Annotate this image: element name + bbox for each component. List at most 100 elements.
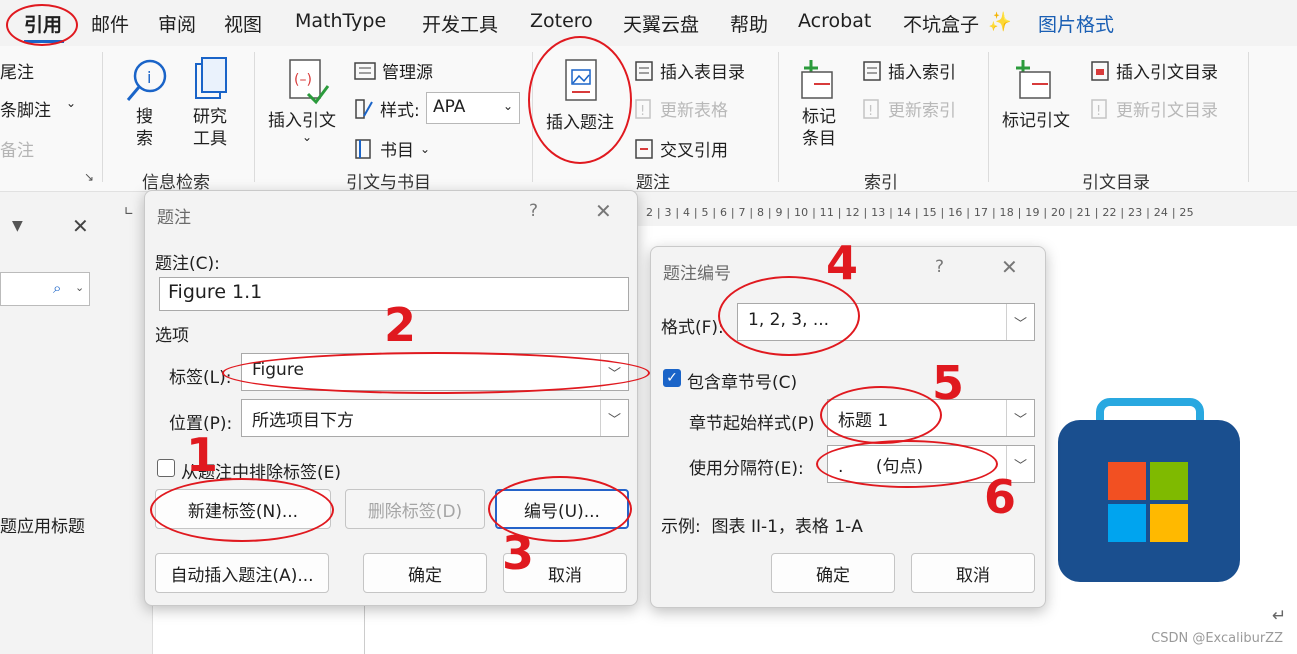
navigation-pane: ▼ ✕ ⌕ ⌄ 题应用标题 bbox=[0, 192, 118, 654]
update-toa-label: 更新引文目录 bbox=[1116, 101, 1218, 121]
dialog-title: 题注编号 bbox=[663, 264, 731, 284]
annotation-ring bbox=[222, 352, 650, 394]
mark-entry-icon bbox=[801, 60, 833, 99]
ok-button[interactable]: 确定 bbox=[771, 553, 895, 593]
help-icon[interactable]: ? bbox=[935, 257, 944, 277]
watermark: CSDN @ExcaliburZZ bbox=[1151, 631, 1283, 646]
mark-citation-button[interactable]: 标记引文 bbox=[1002, 106, 1070, 131]
svg-text:!: ! bbox=[868, 104, 873, 119]
researcher-button[interactable]: 研究 工具 bbox=[193, 106, 227, 150]
annotation-number: 2 bbox=[384, 298, 417, 352]
tab-help[interactable]: 帮助 bbox=[730, 10, 768, 37]
tab-mathtype[interactable]: MathType bbox=[295, 10, 386, 32]
insert-index-button[interactable]: 插入索引 bbox=[862, 58, 956, 83]
tab-mailings[interactable]: 邮件 bbox=[91, 10, 129, 37]
update-table-icon: ! bbox=[635, 98, 651, 119]
tab-developer[interactable]: 开发工具 bbox=[422, 10, 498, 37]
ribbon-separator bbox=[778, 52, 779, 182]
tab-acrobat[interactable]: Acrobat bbox=[798, 10, 871, 32]
style-brush-icon bbox=[355, 98, 373, 119]
update-toa-button[interactable]: ! 更新引文目录 bbox=[1090, 96, 1218, 121]
cancel-button[interactable]: 取消 bbox=[911, 553, 1035, 593]
tab-tianyi-cloud[interactable]: 天翼云盘 bbox=[623, 10, 699, 37]
cross-ref-label: 交叉引用 bbox=[660, 141, 728, 161]
citation-style-value: APA bbox=[433, 97, 466, 117]
chevron-down-icon: ﹀ bbox=[1006, 400, 1034, 436]
insert-citation-button[interactable]: 插入引文 bbox=[268, 106, 336, 131]
tab-bukeng-box[interactable]: 不坑盒子 bbox=[903, 10, 979, 37]
chevron-down-icon: ⌄ bbox=[66, 96, 77, 110]
help-icon[interactable]: ? bbox=[529, 201, 538, 221]
next-footnote-button[interactable]: 条脚注 bbox=[0, 96, 51, 121]
position-select-value: 所选项目下方 bbox=[252, 411, 354, 431]
chevron-down-icon[interactable]: ▼ bbox=[12, 218, 23, 234]
paragraph-mark-icon: ↵ bbox=[1272, 606, 1287, 626]
cross-reference-button[interactable]: 交叉引用 bbox=[634, 136, 728, 161]
page-margin-line bbox=[364, 600, 365, 654]
manage-sources-button[interactable]: 管理源 bbox=[354, 58, 433, 83]
bibliography-label: 书目 bbox=[380, 141, 414, 161]
search-button[interactable]: 搜 索 bbox=[136, 106, 153, 150]
delete-label-button[interactable]: 删除标签(D) bbox=[345, 489, 485, 529]
insert-endnote-button[interactable]: 尾注 bbox=[0, 58, 34, 83]
caption-dialog: 题注 ? ✕ 题注(C): Figure 1.1 选项 标签(L): Figur… bbox=[144, 190, 638, 606]
bibliography-button[interactable]: 书目 ⌄ bbox=[354, 136, 430, 161]
chapter-style-label: 章节起始样式(P) bbox=[689, 414, 815, 434]
tab-review[interactable]: 审阅 bbox=[158, 10, 196, 37]
group-label-toa: 引文目录 bbox=[1082, 173, 1150, 193]
exclude-label-checkbox[interactable] bbox=[157, 459, 175, 477]
dialog-title: 题注 bbox=[157, 208, 191, 228]
chevron-down-icon: ⌄ bbox=[75, 281, 85, 294]
include-chapter-text: 包含章节号(C) bbox=[687, 373, 798, 393]
svg-text:!: ! bbox=[1096, 104, 1101, 119]
ribbon-separator bbox=[254, 52, 255, 182]
insert-toa-button[interactable]: 插入引文目录 bbox=[1090, 58, 1218, 83]
tab-stop-icon[interactable]: ∟ bbox=[124, 204, 134, 218]
tab-zotero[interactable]: Zotero bbox=[530, 10, 593, 32]
dialog-launcher-icon[interactable]: ↘ bbox=[84, 170, 94, 184]
chevron-down-icon: ⌄ bbox=[302, 130, 313, 144]
example-text: 示例: 图表 II-1，表格 1-A bbox=[661, 517, 863, 537]
nav-search-input[interactable]: ⌕ ⌄ bbox=[0, 272, 90, 306]
update-table-button[interactable]: ! 更新表格 bbox=[634, 96, 728, 121]
menu-bar: 引用 邮件 审阅 视图 MathType 开发工具 Zotero 天翼云盘 帮助… bbox=[0, 0, 1297, 46]
tab-view[interactable]: 视图 bbox=[224, 10, 262, 37]
close-icon[interactable]: ✕ bbox=[595, 199, 612, 223]
chevron-down-icon: ﹀ bbox=[600, 400, 628, 436]
ribbon-separator bbox=[102, 52, 103, 182]
insert-tof-label: 插入表目录 bbox=[660, 63, 745, 83]
chevron-down-icon: ⌄ bbox=[420, 141, 431, 156]
svg-text:(–): (–) bbox=[294, 72, 312, 88]
mark-citation-icon bbox=[1016, 60, 1051, 99]
nav-heading-text: 题应用标题 bbox=[0, 517, 85, 537]
svg-text:!: ! bbox=[640, 104, 645, 119]
label-label: 标签(L): bbox=[169, 368, 232, 388]
manage-sources-icon bbox=[354, 61, 376, 80]
autocaption-button[interactable]: 自动插入题注(A)... bbox=[155, 553, 329, 593]
sparkle-icon: ✨ bbox=[988, 11, 1012, 33]
ribbon-separator bbox=[988, 52, 989, 182]
insert-citation-icon: (–) bbox=[289, 59, 330, 105]
style-label: 样式: bbox=[380, 101, 420, 121]
include-chapter-checkbox[interactable]: ✓ bbox=[663, 369, 681, 387]
citation-style-select[interactable]: APA ⌄ bbox=[426, 92, 520, 124]
researcher-icon bbox=[195, 57, 227, 99]
ok-button[interactable]: 确定 bbox=[363, 553, 487, 593]
update-index-button[interactable]: ! 更新索引 bbox=[862, 96, 956, 121]
annotation-number: 3 bbox=[502, 526, 535, 580]
show-notes-button[interactable]: 备注 bbox=[0, 136, 34, 161]
close-icon[interactable]: ✕ bbox=[72, 214, 89, 238]
options-label: 选项 bbox=[155, 326, 189, 346]
svg-text:i: i bbox=[147, 68, 151, 87]
vertical-ruler[interactable] bbox=[118, 226, 144, 654]
update-toa-icon: ! bbox=[1091, 98, 1107, 119]
insert-table-of-figures-button[interactable]: 插入表目录 bbox=[634, 58, 745, 83]
position-select[interactable]: 所选项目下方 ﹀ bbox=[241, 399, 629, 437]
bibliography-icon bbox=[355, 138, 371, 159]
annotation-ring bbox=[816, 440, 998, 488]
update-index-label: 更新索引 bbox=[888, 101, 956, 121]
tab-picture-format[interactable]: 图片格式 bbox=[1038, 10, 1114, 37]
mark-entry-button[interactable]: 标记 条目 bbox=[802, 106, 836, 150]
close-icon[interactable]: ✕ bbox=[1001, 255, 1018, 279]
search-icon: i bbox=[126, 59, 167, 101]
